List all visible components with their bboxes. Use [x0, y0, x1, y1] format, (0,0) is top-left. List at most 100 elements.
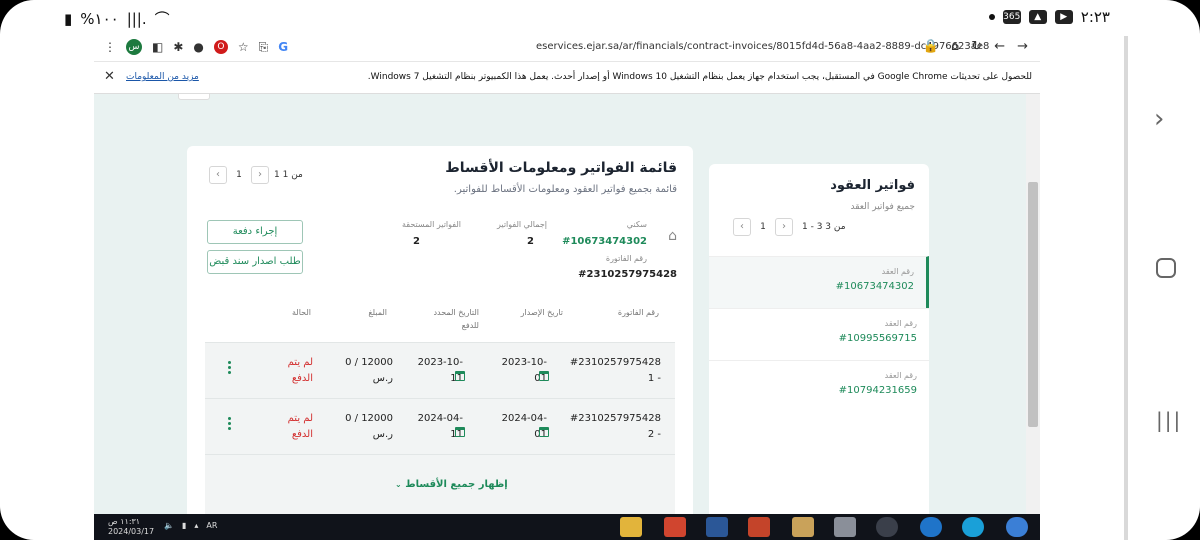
record-icon[interactable]: ●: [193, 40, 203, 54]
google-icon[interactable]: G: [278, 40, 288, 54]
info-bar: ✕ مزيد من المعلومات للحصول على تحديثات G…: [94, 62, 1040, 94]
col-amount: المبلغ: [368, 308, 387, 317]
chevron-right-icon[interactable]: ›: [1154, 104, 1164, 134]
puzzle-icon[interactable]: ✱: [173, 40, 183, 54]
back-icon[interactable]: ←: [994, 39, 1005, 54]
extension-icon[interactable]: س: [126, 39, 142, 55]
gallery-icon: ▲: [1028, 10, 1047, 24]
contract-label: رقم العقد: [884, 371, 917, 380]
col-status: الحالة: [292, 308, 311, 317]
status-badge: لم يتم الدفع: [287, 357, 313, 384]
notification-dot: [988, 14, 995, 20]
language-indicator[interactable]: AR: [206, 521, 217, 530]
contract-item[interactable]: رقم العقد #10995569715: [709, 308, 929, 360]
browser-window: ⋮ س ◧ ✱ ● O ☆ ⎘ G eservices.ejar.sa/ar/f…: [94, 34, 1040, 540]
contracts-title: فواتير العقود: [830, 178, 915, 193]
vertical-scrollbar[interactable]: [1026, 94, 1040, 514]
col-due-date: التاريخ المحدد للدفع: [433, 308, 479, 330]
printer-app-icon[interactable]: [834, 517, 856, 537]
folder-app-icon[interactable]: [792, 517, 814, 537]
chevron-down-icon: ⌄: [395, 480, 402, 489]
next-page-button[interactable]: ›: [775, 218, 793, 236]
due-value: 2: [413, 236, 420, 247]
star-icon[interactable]: ☆: [238, 40, 249, 54]
close-icon[interactable]: ✕: [104, 69, 115, 84]
property-label: سكني: [626, 220, 647, 229]
contracts-subtitle: جميع فواتير العقد: [850, 202, 916, 212]
col-invoice: رقم الفاتورة: [617, 308, 659, 317]
status-left: ▮ %١٠٠ |||. ⌒: [64, 8, 170, 29]
pager-text: 1 من 1: [274, 170, 303, 180]
explorer-app-icon[interactable]: [620, 517, 642, 537]
row-amount: 12000 / 0 ر.س: [345, 413, 393, 440]
scroll-thumb[interactable]: [1028, 182, 1038, 427]
app-icon: 365: [1002, 10, 1021, 24]
invoices-card: قائمة الفواتير ومعلومات الأقساط قائمة بج…: [187, 146, 693, 514]
start-button[interactable]: [1006, 517, 1028, 537]
clock: ٢:٢٣: [1080, 8, 1110, 26]
calendar-icon: [455, 427, 465, 437]
reload-icon[interactable]: ↻: [971, 39, 982, 54]
row-invoice[interactable]: #2310257975428 - 2: [565, 411, 661, 443]
pager-text: 1 - 3 من 3: [802, 222, 846, 232]
row-menu-icon[interactable]: [227, 417, 231, 432]
battery-icon: ▮: [64, 9, 73, 28]
phone-screen: ▮ %١٠٠ |||. ⌒ 365 ▲ ▶ ٢:٢٣ ⋮ س ◧ ✱ ● O ☆…: [0, 0, 1200, 540]
prev-page-button[interactable]: ‹: [733, 218, 751, 236]
nav-buttons: 🔒 ⌂ ↻ ← →: [923, 39, 1028, 54]
row-invoice[interactable]: #2310257975428 - 1: [565, 355, 661, 387]
invoices-pager: ‹ 1 › 1 من 1: [209, 166, 303, 184]
windows-taskbar: ١١:٣١ ص 2024/03/17 🔈 ▮ ▴ AR: [94, 514, 1040, 540]
row-menu-icon[interactable]: [227, 361, 231, 376]
recents-nav-icon[interactable]: |||: [1156, 408, 1182, 432]
building-icon: ⌂: [668, 228, 677, 244]
forward-icon[interactable]: →: [1017, 39, 1028, 54]
col-issue-date: تاريخ الإصدار: [520, 308, 563, 317]
invoices-table: رقم الفاتورة تاريخ الإصدار التاريخ المحد…: [205, 296, 675, 514]
url-text[interactable]: eservices.ejar.sa/ar/financials/contract…: [536, 41, 989, 52]
home-nav-icon[interactable]: [1156, 258, 1176, 278]
share-icon[interactable]: ⎘: [259, 40, 269, 55]
contract-label: رقم العقد: [884, 319, 917, 328]
menu-icon[interactable]: ⋮: [104, 40, 116, 54]
taskbar-date: 2024/03/17: [108, 527, 155, 536]
table-row: #2310257975428 - 1 2023-10-01 2023-10-11…: [205, 342, 675, 398]
url-bar: ⋮ س ◧ ✱ ● O ☆ ⎘ G eservices.ejar.sa/ar/f…: [94, 34, 1040, 62]
make-payment-button[interactable]: إجراء دفعة: [207, 220, 303, 244]
invoice-number-value: #2310257975428: [578, 269, 677, 280]
expand-tray-icon[interactable]: ▴: [194, 521, 198, 530]
signal-icon: |||.: [126, 9, 147, 28]
contract-item[interactable]: رقم العقد #10673474302: [709, 256, 929, 308]
page-number: 1: [236, 170, 242, 180]
contract-number: #10673474302: [835, 281, 914, 292]
sidebar-icon[interactable]: ◧: [152, 40, 163, 54]
edge-app-icon[interactable]: [962, 517, 984, 537]
powerpoint-app-icon[interactable]: [664, 517, 686, 537]
learn-more-link[interactable]: مزيد من المعلومات: [126, 72, 199, 82]
next-page-button[interactable]: ›: [251, 166, 269, 184]
battery-percent: %١٠٠: [80, 9, 119, 28]
contract-number: #10794231659: [838, 385, 917, 396]
prev-page-button[interactable]: ‹: [209, 166, 227, 184]
wifi-icon: ⌒: [154, 10, 170, 28]
calendar-icon: [455, 371, 465, 381]
volume-icon[interactable]: 🔈: [164, 521, 174, 530]
calendar-icon: [539, 427, 549, 437]
contracts-pager: ‹ 1 › 1 - 3 من 3: [733, 218, 846, 236]
table-row: #2310257975428 - 2 2024-04-01 2024-04-11…: [205, 398, 675, 454]
system-tray: 🔈 ▮ ▴ AR: [164, 521, 217, 530]
show-all-installments-link[interactable]: إظهار جميع الأقساط ⌄: [395, 479, 508, 490]
info-message: للحصول على تحديثات Google Chrome في المس…: [367, 72, 1032, 82]
contract-item[interactable]: رقم العقد #10794231659: [709, 360, 929, 412]
opera-icon[interactable]: O: [213, 40, 228, 54]
ie-app-icon[interactable]: [920, 517, 942, 537]
chrome-app-icon[interactable]: [876, 517, 898, 537]
request-receipt-button[interactable]: طلب اصدار سند قبض: [207, 250, 303, 274]
property-value[interactable]: #10673474302: [562, 236, 647, 247]
network-icon[interactable]: ▮: [182, 521, 186, 530]
home-icon[interactable]: ⌂: [951, 39, 959, 54]
media-app-icon[interactable]: [748, 517, 770, 537]
taskbar-clock[interactable]: ١١:٣١ ص 2024/03/17: [108, 517, 154, 537]
word-app-icon[interactable]: [706, 517, 728, 537]
contract-label: رقم العقد: [881, 267, 914, 276]
